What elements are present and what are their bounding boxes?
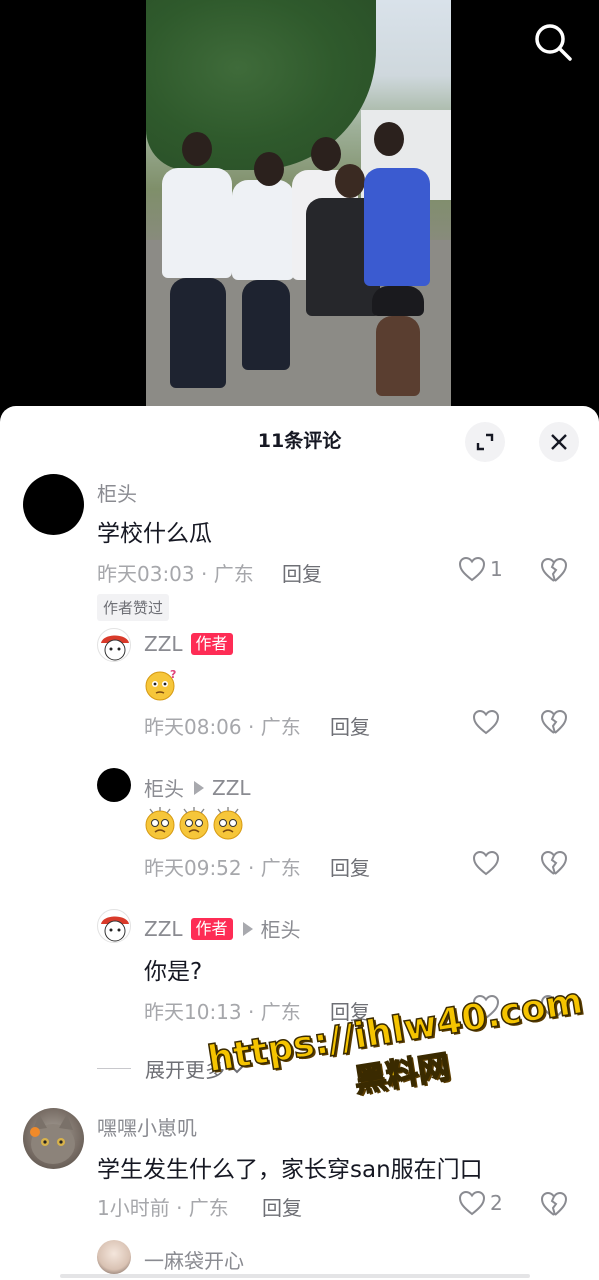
author-liked-badge: 作者赞过 [97, 594, 170, 621]
home-indicator [60, 1274, 530, 1278]
student-figure [376, 316, 420, 396]
reply-button[interactable]: 回复 [330, 711, 370, 740]
cartoon-avatar-icon [101, 635, 129, 661]
cartoon-avatar-icon [101, 916, 129, 942]
expand-icon [476, 433, 494, 451]
comment-username[interactable]: ZZL 作者 [144, 632, 233, 656]
confused-face-icon: ? [145, 668, 176, 701]
comment-meta: 昨天09:52 · 广东 [144, 856, 301, 880]
like-button[interactable]: 1 [458, 556, 503, 582]
avatar[interactable] [97, 909, 131, 943]
reply-to-username: ZZL [212, 775, 251, 800]
comment-text: 学生发生什么了，家长穿san服在门口 [97, 1157, 483, 1183]
heart-icon [458, 1190, 486, 1216]
username-text: ZZL [144, 916, 183, 941]
dizzy-face-icon [213, 807, 243, 840]
author-tag: 作者 [190, 633, 233, 655]
comment-username[interactable]: 柜头 ZZL [144, 773, 251, 802]
close-icon [551, 434, 567, 450]
search-icon[interactable] [531, 20, 575, 64]
like-count: 2 [490, 1191, 503, 1215]
comment-username[interactable]: ZZL 作者 柜头 [144, 914, 301, 943]
reply-arrow-icon [194, 780, 204, 795]
avatar[interactable] [23, 1108, 84, 1169]
avatar[interactable] [97, 768, 131, 802]
reply-button[interactable]: 回复 [262, 1192, 302, 1221]
comment-username[interactable]: 一麻袋开心 [144, 1245, 244, 1274]
comment-meta: 1小时前 · 广东 [97, 1196, 229, 1220]
broken-heart-icon[interactable] [540, 557, 568, 583]
video-frame [146, 0, 451, 420]
student-head [335, 164, 365, 198]
reply-button[interactable]: 回复 [282, 558, 322, 587]
like-button[interactable]: 2 [458, 1190, 503, 1216]
username-text: 一麻袋开心 [144, 1249, 244, 1273]
tree-background [146, 0, 376, 170]
comment-text: 你是? [144, 959, 203, 985]
comment-sheet: 11条评论 柜头 学校什么瓜 昨天03:03 · 广东 回复 1 作者赞过 ZZ… [0, 406, 599, 1280]
comment-meta: 昨天10:13 · 广东 [144, 1000, 301, 1024]
video-player[interactable] [0, 0, 599, 420]
divider [97, 1068, 131, 1069]
heart-icon[interactable] [472, 850, 500, 876]
student-figure [170, 278, 226, 388]
emoji-content [144, 806, 244, 840]
comment-meta: 昨天03:03 · 广东 [97, 562, 254, 586]
comment-username[interactable]: 嘿嘿小崽叽 [97, 1112, 197, 1141]
dizzy-face-icon [179, 807, 209, 840]
username-text: 柜头 [144, 777, 184, 801]
reply-to-username: 柜头 [260, 918, 301, 942]
avatar[interactable] [97, 628, 131, 662]
cat-avatar-icon [30, 1114, 75, 1164]
broken-heart-icon[interactable] [540, 1191, 568, 1217]
student-figure [364, 168, 430, 286]
close-button[interactable] [539, 422, 579, 462]
author-tag: 作者 [190, 917, 233, 940]
heart-icon [458, 556, 486, 582]
avatar[interactable] [23, 474, 84, 535]
student-head [182, 132, 212, 166]
comment-text: 学校什么瓜 [97, 521, 212, 547]
student-figure [242, 280, 290, 370]
comment-username[interactable]: 柜头 [97, 478, 137, 507]
reply-arrow-icon [242, 921, 253, 936]
student-head [311, 137, 341, 171]
like-count: 1 [490, 557, 503, 581]
broken-heart-icon[interactable] [540, 709, 568, 735]
reply-button[interactable]: 回复 [330, 852, 370, 881]
student-figure [232, 180, 294, 280]
student-head [254, 152, 284, 186]
comment-meta: 昨天08:06 · 广东 [144, 715, 301, 739]
username-text: 嘿嘿小崽叽 [97, 1116, 197, 1140]
student-figure [372, 286, 424, 316]
comment-count-title: 11条评论 [257, 430, 342, 452]
heart-icon[interactable] [472, 709, 500, 735]
svg-text:?: ? [170, 668, 176, 681]
student-figure [162, 168, 232, 278]
expand-button[interactable] [465, 422, 505, 462]
student-head [374, 122, 404, 156]
username-text: ZZL [144, 632, 183, 656]
avatar[interactable] [97, 1240, 131, 1274]
broken-heart-icon[interactable] [540, 850, 568, 876]
emoji-content: ? [144, 668, 178, 702]
username-text: 柜头 [97, 482, 137, 506]
dizzy-face-icon [145, 807, 175, 840]
